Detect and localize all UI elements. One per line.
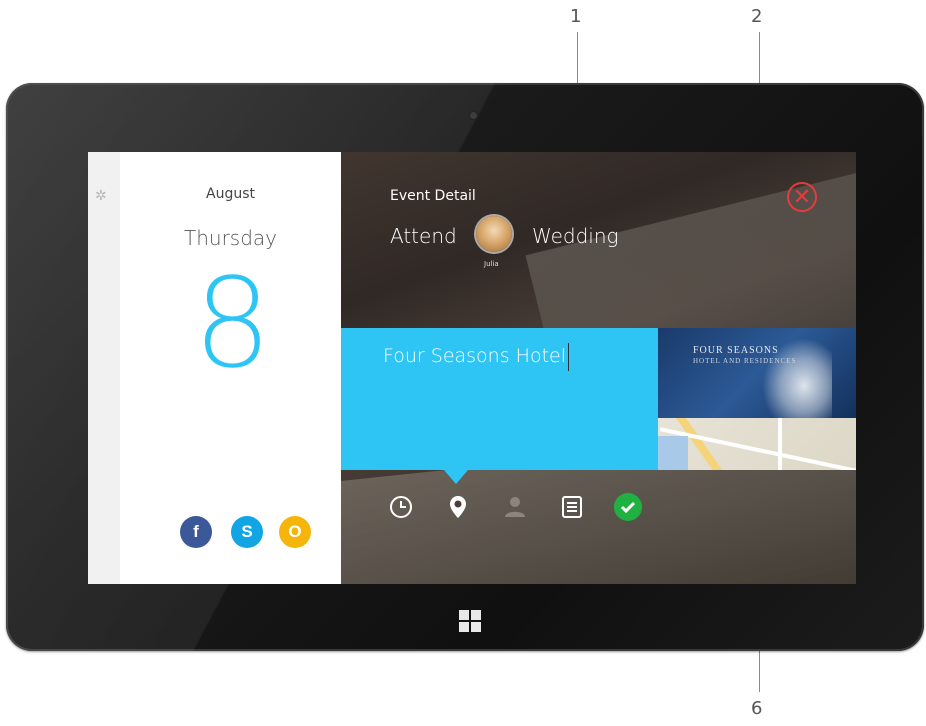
- gear-icon[interactable]: ✲: [95, 188, 107, 204]
- map-road: [778, 418, 782, 470]
- outlook-button[interactable]: O: [279, 516, 311, 548]
- facebook-button[interactable]: f: [180, 516, 212, 548]
- windows-logo-tile: [471, 610, 481, 620]
- camera-icon: [470, 112, 477, 119]
- text-cursor: [568, 343, 569, 371]
- skype-button[interactable]: S: [231, 516, 263, 548]
- avatar-name: Julia: [484, 260, 499, 268]
- windows-logo-tile: [459, 610, 469, 620]
- location-map[interactable]: [658, 418, 856, 470]
- event-detail-heading: Event Detail: [390, 188, 476, 204]
- callout-number-2: 2: [751, 6, 763, 27]
- notes-icon: [562, 496, 582, 518]
- person-icon: [505, 497, 525, 517]
- event-name[interactable]: Wedding: [532, 224, 619, 248]
- calendar-panel: August Thursday 8 f S O: [120, 152, 341, 584]
- attend-label: Attend: [390, 224, 457, 248]
- hotel-photo-subtitle: HOTEL AND RESIDENCES: [693, 357, 797, 365]
- people-tab[interactable]: [500, 492, 530, 522]
- location-input-value: Four Seasons Hotel: [383, 345, 566, 367]
- hotel-photo-name: FOUR SEASONS: [693, 345, 779, 356]
- location-input[interactable]: Four Seasons Hotel: [341, 328, 658, 470]
- time-tab[interactable]: [386, 492, 416, 522]
- windows-logo-tile: [459, 622, 469, 632]
- map-road: [659, 427, 856, 470]
- windows-logo-tile: [471, 622, 481, 632]
- location-tab[interactable]: [443, 492, 473, 522]
- facebook-icon: f: [193, 522, 199, 541]
- app-screen: ✲ August Thursday 8 f S O Event Detail A…: [88, 152, 856, 584]
- confirm-button[interactable]: [613, 492, 643, 522]
- month-label: August: [206, 186, 255, 202]
- event-detail-panel: Event Detail Attend Julia Wedding ✕ Four…: [341, 152, 856, 584]
- tablet-device: ✲ August Thursday 8 f S O Event Detail A…: [6, 83, 924, 651]
- windows-icon[interactable]: [459, 610, 481, 632]
- hotel-photo[interactable]: FOUR SEASONS HOTEL AND RESIDENCES: [658, 328, 856, 418]
- outlook-icon: O: [288, 522, 302, 541]
- location-pin-icon: [450, 496, 466, 518]
- map-water: [658, 436, 688, 470]
- close-icon: ✕: [792, 185, 812, 210]
- check-icon: [614, 493, 642, 521]
- day-number: 8: [193, 252, 272, 396]
- skype-icon: S: [241, 522, 253, 541]
- callout-number-1: 1: [570, 6, 582, 27]
- tab-pointer: [444, 470, 468, 484]
- callout-number-6: 6: [751, 698, 763, 719]
- settings-gutter: ✲: [88, 152, 120, 584]
- clock-icon: [390, 496, 412, 518]
- notes-tab[interactable]: [557, 492, 587, 522]
- close-button[interactable]: ✕: [787, 182, 817, 212]
- weekday-label: Thursday: [184, 226, 277, 250]
- avatar[interactable]: [476, 216, 512, 252]
